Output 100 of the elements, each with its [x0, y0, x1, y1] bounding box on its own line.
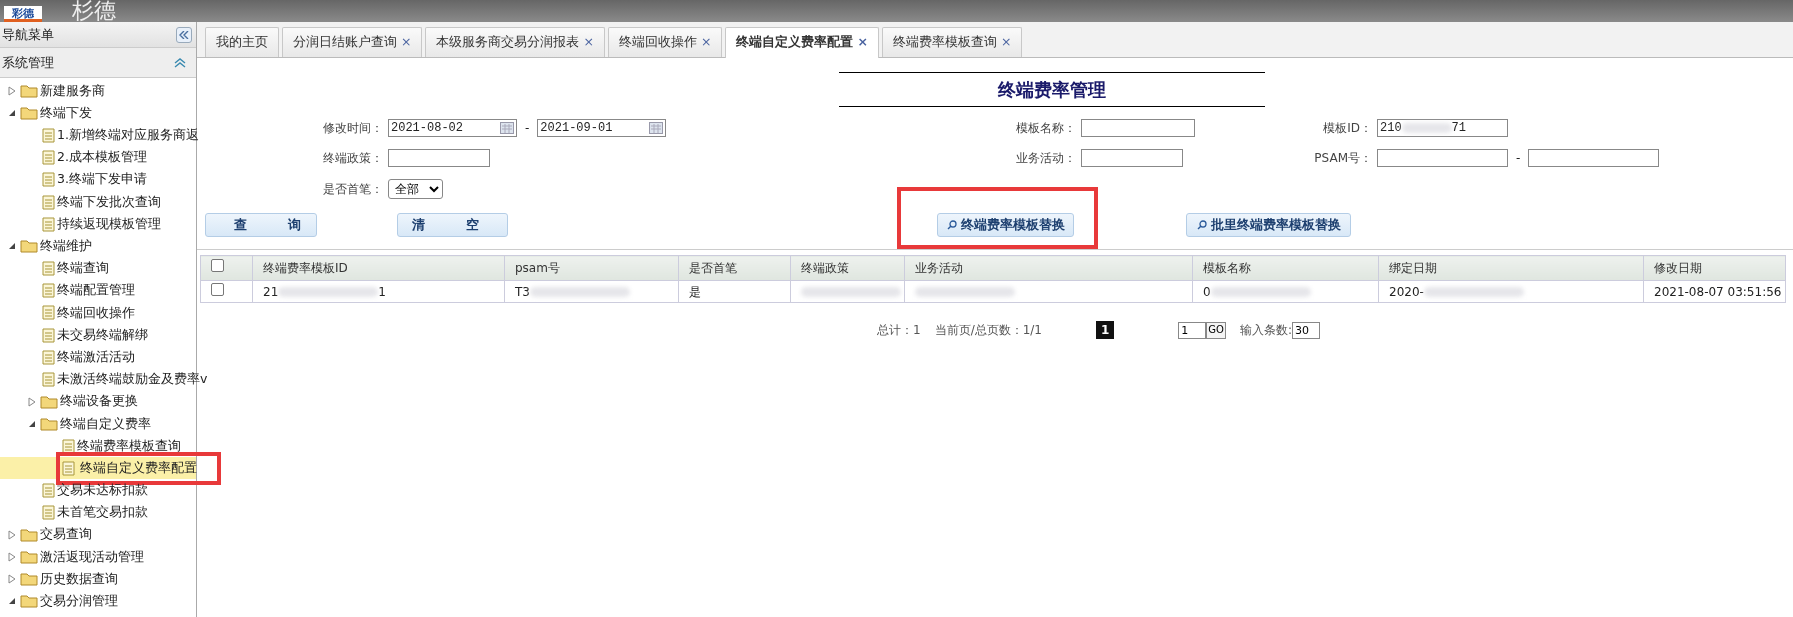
tab[interactable]: 终端回收操作 ×: [607, 27, 723, 57]
tree-folder[interactable]: 交易分润管理: [38, 592, 120, 611]
tab[interactable]: 本级服务商交易分润报表 ×: [425, 27, 605, 57]
button[interactable]: 查 询: [205, 213, 317, 237]
tree-folder[interactable]: 终端维护: [38, 237, 94, 256]
button[interactable]: 清 空: [397, 213, 508, 237]
search-icon: [946, 220, 957, 230]
table-cell: 0: [1203, 284, 1211, 299]
field-label: 是否首笔：: [322, 181, 384, 198]
tree-folder[interactable]: 终端下发: [38, 103, 94, 123]
document-icon: [42, 216, 55, 232]
field-label: 模板名称：: [1015, 120, 1077, 137]
tree-item[interactable]: 终端自定义费率配置: [78, 458, 199, 478]
sidebar-title: 导航菜单: [2, 25, 54, 44]
folder-icon: [20, 572, 38, 587]
logo: 彩德: [4, 6, 42, 22]
tree-folder[interactable]: 新建服务商: [38, 81, 107, 101]
document-icon: [42, 261, 55, 277]
tree-item[interactable]: 未激活终端鼓励金及费率v: [55, 370, 210, 389]
button[interactable]: 批里终端费率模板替换: [1186, 213, 1351, 237]
document-icon: [62, 460, 75, 476]
column-header: psam号: [504, 255, 679, 281]
column-header: 修改日期: [1643, 255, 1786, 281]
document-icon: [42, 327, 55, 343]
tree-folder[interactable]: 终端自定义费率: [58, 414, 153, 434]
field-label: 终端政策：: [322, 150, 384, 167]
tree-item[interactable]: 1.新增终端对应服务商返: [55, 126, 201, 145]
double-chevron-left-icon: [179, 30, 189, 39]
close-icon[interactable]: ×: [401, 34, 412, 50]
folder-icon: [20, 550, 38, 565]
tree-folder[interactable]: 交易查询: [38, 525, 94, 545]
close-icon[interactable]: ×: [857, 34, 868, 49]
tree-folder[interactable]: 终端设备更换: [58, 392, 140, 412]
date-field[interactable]: 2021-08-02: [388, 119, 517, 137]
range-separator: -: [525, 120, 530, 137]
expanded-triangle-icon[interactable]: [8, 109, 16, 118]
calendar-icon[interactable]: [649, 122, 664, 134]
document-icon: [42, 283, 55, 299]
tree-folder[interactable]: 历史数据查询: [38, 569, 120, 589]
tab[interactable]: 终端费率模板查询 ×: [881, 27, 1023, 57]
button[interactable]: 终端费率模板替换: [937, 213, 1074, 237]
column-header: 是否首笔: [678, 255, 791, 281]
input-field[interactable]: [1377, 149, 1508, 167]
input-field[interactable]: [388, 149, 490, 167]
checkbox[interactable]: [211, 282, 224, 296]
field-label: PSAM号：: [1313, 150, 1373, 167]
tree-item[interactable]: 持续返现模板管理: [55, 214, 163, 234]
page-title: 终端费率管理: [839, 72, 1265, 107]
tree-item[interactable]: 终端激活活动: [55, 347, 137, 367]
expanded-triangle-icon[interactable]: [8, 597, 16, 606]
tab[interactable]: 我的主页: [205, 27, 279, 57]
close-icon[interactable]: ×: [1000, 34, 1012, 50]
input-field[interactable]: [1081, 119, 1195, 137]
section-title[interactable]: 系统管理: [2, 52, 54, 73]
page-input[interactable]: 1: [1178, 321, 1207, 339]
collapsed-triangle-icon[interactable]: [28, 396, 36, 407]
id-field[interactable]: 210 71: [1377, 119, 1508, 137]
checkbox[interactable]: [211, 259, 224, 272]
collapsed-triangle-icon[interactable]: [8, 529, 16, 540]
tree-item[interactable]: 终端费率模板查询: [75, 436, 183, 456]
field-label: 业务活动：: [1015, 150, 1077, 167]
page-size-input[interactable]: 30: [1292, 321, 1321, 339]
tree-item[interactable]: 3.终端下发申请: [55, 170, 149, 190]
folder-icon: [20, 239, 38, 254]
input-field[interactable]: [1528, 149, 1660, 167]
tab[interactable]: 终端自定义费率配置 ×: [725, 27, 879, 58]
search-icon: [1196, 220, 1207, 230]
tree-item[interactable]: 终端回收操作: [55, 303, 137, 323]
tree-item[interactable]: 终端配置管理: [55, 281, 137, 301]
close-icon[interactable]: ×: [583, 34, 594, 50]
close-icon[interactable]: ×: [700, 34, 712, 50]
document-icon: [42, 372, 55, 388]
double-chevron-up-icon[interactable]: [174, 57, 186, 68]
select-field[interactable]: 全部: [388, 179, 443, 199]
table-cell: 2021-08-07 03:51:56: [1654, 284, 1782, 299]
document-icon: [42, 305, 55, 321]
date-field[interactable]: 2021-09-01: [537, 119, 667, 137]
expanded-triangle-icon[interactable]: [8, 242, 16, 251]
go-button[interactable]: GO: [1206, 321, 1226, 339]
collapsed-triangle-icon[interactable]: [8, 552, 16, 563]
tree-item[interactable]: 未首笔交易扣款: [55, 503, 150, 523]
field-label: 修改时间：: [322, 120, 384, 137]
tab[interactable]: 分润日结账户查询 ×: [282, 27, 423, 57]
page-button[interactable]: 1: [1096, 321, 1115, 339]
calendar-icon[interactable]: [500, 122, 514, 134]
tree-item[interactable]: 终端查询: [55, 259, 111, 278]
tree-item[interactable]: 交易未达标扣款: [55, 481, 150, 500]
input-field[interactable]: [1081, 149, 1183, 167]
collapsed-triangle-icon[interactable]: [8, 574, 16, 585]
document-icon: [62, 438, 75, 454]
tree-item[interactable]: 终端下发批次查询: [55, 192, 163, 212]
expanded-triangle-icon[interactable]: [28, 419, 36, 428]
tree-folder[interactable]: 激活返现活动管理: [38, 547, 146, 567]
table-cell: 2020-: [1389, 284, 1424, 299]
collapse-button[interactable]: [176, 26, 192, 43]
tree-item[interactable]: 未交易终端解绑: [55, 325, 150, 345]
folder-icon: [20, 594, 38, 609]
tree-item[interactable]: 2.成本模板管理: [55, 148, 149, 168]
collapsed-triangle-icon[interactable]: [8, 86, 16, 97]
column-header: 模板名称: [1192, 255, 1379, 281]
